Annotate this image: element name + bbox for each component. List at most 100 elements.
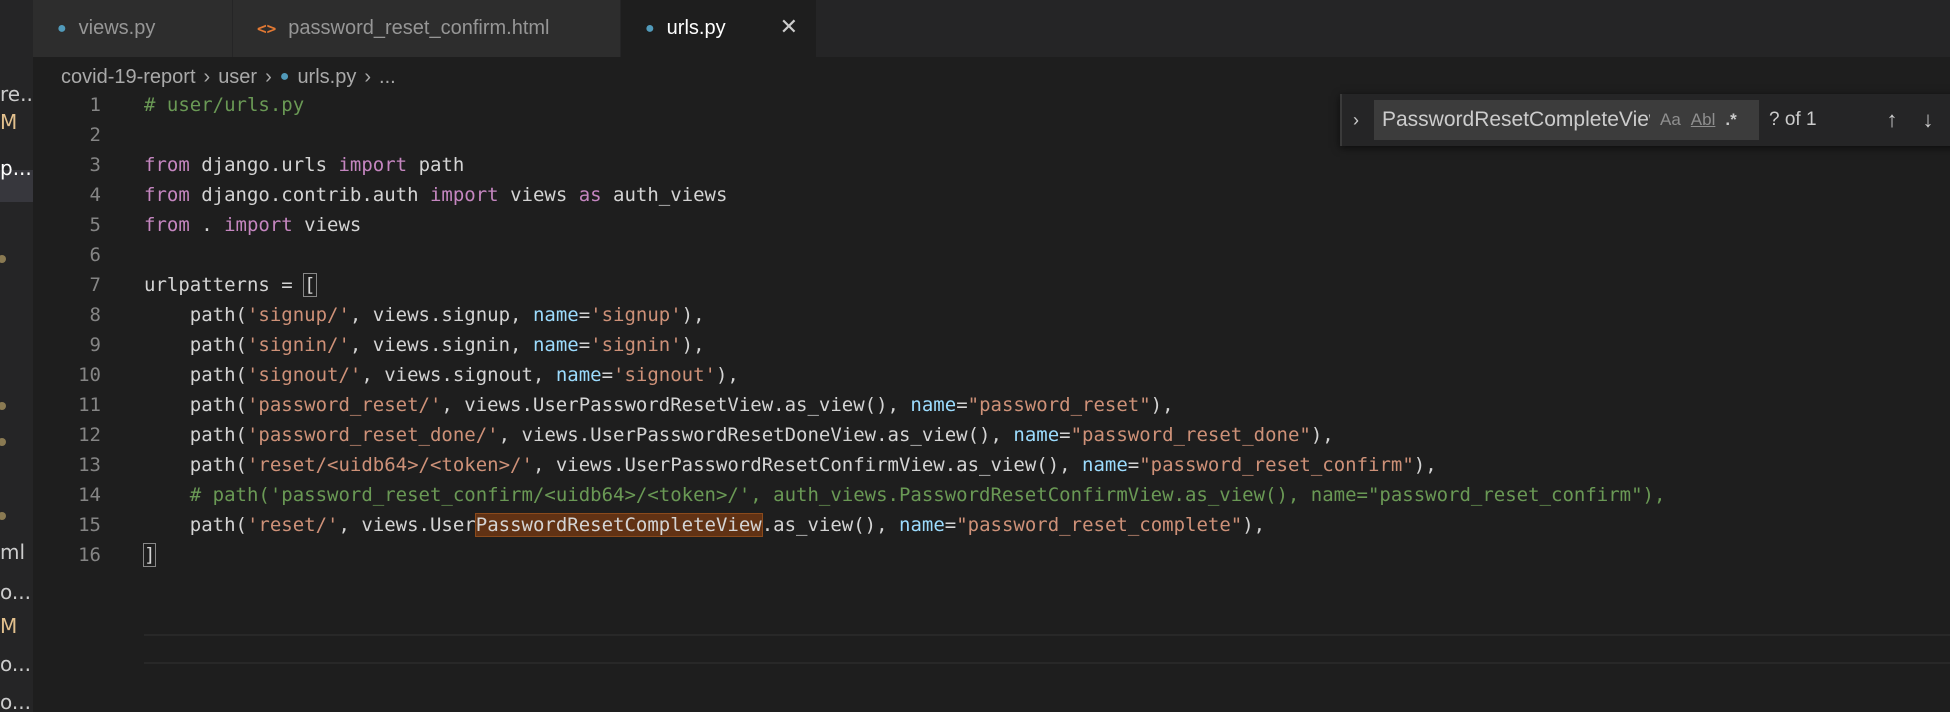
code-token: from	[144, 214, 190, 236]
line-number: 4	[89, 184, 101, 206]
code-token: name	[1082, 454, 1128, 476]
explorer-item[interactable]: o...	[0, 690, 31, 712]
line-number: 6	[89, 244, 101, 266]
python-icon: ●	[57, 19, 67, 37]
matching-bracket: [	[303, 273, 317, 297]
modified-dot-icon	[0, 438, 6, 446]
explorer-item[interactable]: M	[0, 110, 17, 134]
code-token: name	[555, 364, 602, 386]
breadcrumb-item[interactable]: urls.py	[297, 66, 356, 89]
find-query[interactable]: PasswordResetCompleteView	[1382, 108, 1650, 132]
find-input[interactable]: PasswordResetCompleteView Aa Abl .*	[1374, 100, 1759, 140]
code-token: # path('password_reset_confirm/<uidb64>/…	[189, 484, 1666, 506]
code-line[interactable]: from django.contrib.auth import views as…	[144, 184, 727, 206]
explorer-item[interactable]: ml	[0, 540, 25, 564]
explorer-item[interactable]: M	[0, 614, 17, 638]
breadcrumb-item[interactable]: covid-19-report	[61, 66, 196, 89]
line-number: 11	[78, 394, 101, 416]
code-token: ),	[1413, 454, 1437, 476]
code-token: =	[578, 304, 591, 326]
code-token: , views.signup,	[349, 304, 533, 326]
tab-label: urls.py	[666, 17, 726, 39]
code-token: ),	[681, 304, 705, 326]
tab-label: views.py	[78, 17, 156, 39]
code-token: import	[224, 214, 293, 236]
code-token: , views.signout,	[361, 364, 556, 386]
code-line[interactable]: path('password_reset_done/', views.UserP…	[144, 424, 1334, 446]
close-icon[interactable]: ✕	[780, 14, 798, 40]
code-token: 'reset/<uidb64>/<token>/'	[246, 454, 533, 476]
code-line[interactable]: from . import views	[144, 214, 361, 236]
code-token: 'signup'	[590, 304, 682, 326]
breadcrumb: covid-19-report › user › ● urls.py › ...	[61, 62, 396, 92]
chevron-right-icon: ›	[203, 65, 211, 88]
code-token: name	[532, 334, 579, 356]
tab-label: password_reset_confirm.html	[288, 17, 550, 39]
code-token: 'reset/'	[246, 514, 339, 536]
modified-dot-icon	[0, 402, 6, 410]
code-editor[interactable]: 1 2 3 4 5 6 7 8 9 10 11 12 13 14 15 16 #…	[33, 94, 1950, 712]
previous-match-arrow-up-icon[interactable]: ↑	[1879, 107, 1905, 133]
code-token: ),	[1242, 514, 1266, 536]
code-token: urlpatterns =	[144, 274, 305, 296]
code-line[interactable]: path('signout/', views.signout, name='si…	[144, 364, 739, 386]
code-token: =	[944, 514, 957, 536]
line-number: 8	[89, 304, 101, 326]
code-token: 'signout'	[613, 364, 716, 386]
code-line[interactable]: path('signup/', views.signup, name='sign…	[144, 304, 705, 326]
code-token: .as_view(),	[761, 514, 900, 536]
code-token: 'password_reset/'	[246, 394, 442, 416]
code-line[interactable]: path('reset/<uidb64>/<token>/', views.Us…	[144, 454, 1437, 476]
code-line[interactable]: # path('password_reset_confirm/<uidb64>/…	[144, 484, 1666, 506]
code-token: path	[407, 154, 465, 176]
breadcrumb-item[interactable]: ...	[379, 66, 396, 89]
code-token: django.contrib.auth	[189, 184, 430, 206]
code-token: 'signin'	[590, 334, 682, 356]
line-number: 10	[78, 364, 101, 386]
code-line[interactable]: ]	[142, 543, 157, 567]
code-line[interactable]: path('password_reset/', views.UserPasswo…	[144, 394, 1174, 416]
chevron-right-icon: ›	[265, 65, 272, 88]
whole-word-icon[interactable]: Abl	[1691, 110, 1716, 130]
code-token: 'password_reset_done/'	[246, 424, 499, 446]
line-number: 3	[89, 154, 101, 176]
match-count: ? of 1	[1769, 109, 1817, 130]
code-line[interactable]: urlpatterns = [	[144, 273, 317, 297]
code-token: name	[1013, 424, 1060, 446]
code-token: from	[144, 184, 190, 206]
code-line[interactable]: from django.urls import path	[144, 154, 464, 176]
matching-bracket: ]	[142, 543, 157, 567]
explorer-item[interactable]: o...	[0, 580, 31, 604]
tab-password-reset-confirm-html[interactable]: <> password_reset_confirm.html	[233, 0, 621, 57]
code-token: ),	[715, 364, 739, 386]
tab-urls-py[interactable]: ● urls.py ✕	[621, 0, 817, 57]
code-token: ),	[1150, 394, 1174, 416]
line-number: 16	[78, 544, 101, 566]
line-number: 12	[78, 424, 101, 446]
tab-bar: ● views.py <> password_reset_confirm.htm…	[33, 0, 1950, 57]
toggle-replace-chevron-icon[interactable]: ›	[1342, 110, 1370, 131]
code-line[interactable]: path('signin/', views.signin, name='sign…	[144, 334, 705, 356]
line-number: 14	[78, 484, 101, 506]
code-token: 'signin/'	[246, 334, 350, 356]
code-token: , views.UserPasswordResetView.as_view(),	[441, 394, 911, 416]
explorer-item[interactable]: re...	[0, 82, 33, 106]
code-line[interactable]: path('reset/', views.UserPasswordResetCo…	[144, 513, 1266, 537]
code-token: "password_reset_done"	[1070, 424, 1311, 446]
breadcrumb-item[interactable]: user	[218, 66, 257, 89]
code-line[interactable]: # user/urls.py	[144, 94, 304, 116]
line-number: 5	[89, 214, 101, 236]
explorer-item[interactable]: o...	[0, 652, 31, 676]
next-match-arrow-down-icon[interactable]: ↓	[1915, 107, 1941, 133]
code-token: name	[532, 304, 579, 326]
tab-views-py[interactable]: ● views.py	[33, 0, 233, 57]
code-token: , views.UserPasswordResetConfirmView.as_…	[532, 454, 1083, 476]
code-token: , views.signin,	[349, 334, 533, 356]
code-token: ),	[681, 334, 705, 356]
match-case-icon[interactable]: Aa	[1660, 110, 1681, 130]
regex-icon[interactable]: .*	[1725, 110, 1736, 130]
code-token: 'signout/'	[246, 364, 362, 386]
code-token: path(	[144, 364, 247, 386]
explorer-item[interactable]: p...	[0, 156, 32, 180]
